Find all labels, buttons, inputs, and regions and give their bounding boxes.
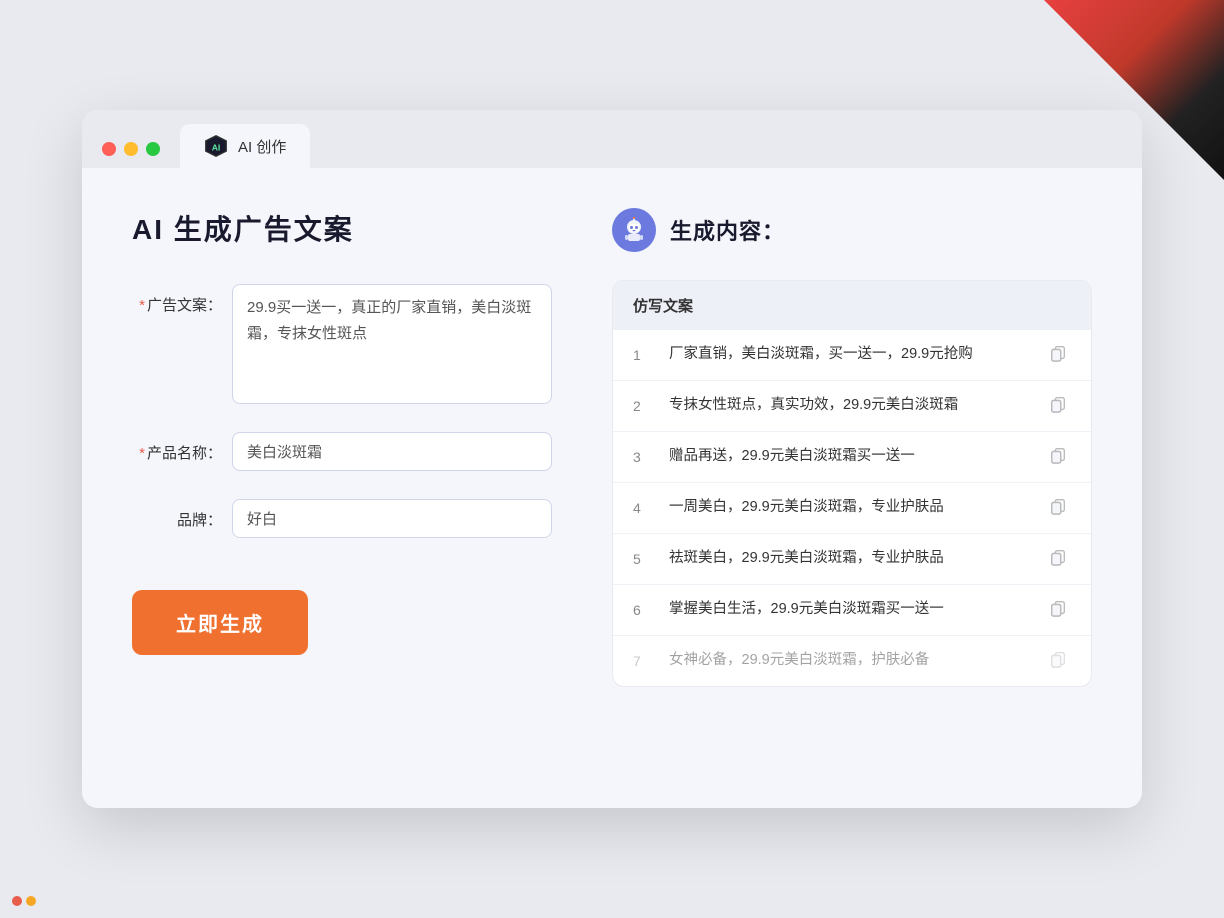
result-text: 厂家直销，美白淡斑霜，买一送一，29.9元抢购 [669, 344, 1033, 366]
product-input[interactable] [232, 432, 552, 471]
result-row: 1 厂家直销，美白淡斑霜，买一送一，29.9元抢购 [613, 330, 1091, 381]
deco-dot-orange [26, 896, 36, 906]
result-number: 5 [633, 551, 653, 567]
browser-tab[interactable]: AI AI 创作 [180, 124, 310, 168]
tab-label: AI 创作 [238, 136, 286, 157]
right-panel: 生成内容： 仿写文案 1 厂家直销，美白淡斑霜，买一送一，29.9元抢购 2 专抹女… [612, 208, 1092, 768]
result-number: 7 [633, 653, 653, 669]
result-number: 6 [633, 602, 653, 618]
copy-button[interactable] [1049, 650, 1071, 672]
results-table-header: 仿写文案 [613, 281, 1091, 330]
browser-content: AI 生成广告文案 *广告文案： 29.9买一送一，真正的厂家直销，美白淡斑霜，… [82, 168, 1142, 808]
brand-label: 品牌： [132, 499, 222, 530]
bg-decoration-bottom-left [0, 884, 48, 918]
maximize-button[interactable] [146, 142, 160, 156]
browser-titlebar: AI AI 创作 [82, 110, 1142, 168]
result-text: 专抹女性斑点，真实功效，29.9元美白淡斑霜 [669, 395, 1033, 417]
left-panel: AI 生成广告文案 *广告文案： 29.9买一送一，真正的厂家直销，美白淡斑霜，… [132, 208, 552, 768]
minimize-button[interactable] [124, 142, 138, 156]
results-list: 1 厂家直销，美白淡斑霜，买一送一，29.9元抢购 2 专抹女性斑点，真实功效，29… [613, 330, 1091, 686]
robot-icon-wrap [612, 208, 656, 252]
result-text: 赠品再送，29.9元美白淡斑霜买一送一 [669, 446, 1033, 468]
window-controls [102, 142, 160, 168]
form-row-brand: 品牌： [132, 499, 552, 538]
copy-button[interactable] [1049, 497, 1071, 519]
result-row: 2 专抹女性斑点，真实功效，29.9元美白淡斑霜 [613, 381, 1091, 432]
form-row-product: *产品名称： [132, 432, 552, 471]
copy-button[interactable] [1049, 344, 1071, 366]
robot-icon [621, 217, 647, 243]
required-star-product: * [139, 445, 145, 462]
product-label: *产品名称： [132, 432, 222, 463]
svg-text:AI: AI [212, 142, 221, 152]
copy-button[interactable] [1049, 599, 1071, 621]
ai-tab-icon: AI [204, 134, 228, 158]
brand-input[interactable] [232, 499, 552, 538]
ad-text-input[interactable]: 29.9买一送一，真正的厂家直销，美白淡斑霜，专抹女性斑点 [232, 284, 552, 404]
right-header: 生成内容： [612, 208, 1092, 252]
generate-button[interactable]: 立即生成 [132, 590, 308, 655]
browser-window: AI AI 创作 AI 生成广告文案 *广告文案： 29.9买一送一，真正的厂家… [82, 110, 1142, 808]
close-button[interactable] [102, 142, 116, 156]
copy-button[interactable] [1049, 395, 1071, 417]
result-number: 3 [633, 449, 653, 465]
result-text: 掌握美白生活，29.9元美白淡斑霜买一送一 [669, 599, 1033, 621]
results-table: 仿写文案 1 厂家直销，美白淡斑霜，买一送一，29.9元抢购 2 专抹女性斑点，真实… [612, 280, 1092, 687]
result-number: 1 [633, 347, 653, 363]
page-title: AI 生成广告文案 [132, 208, 552, 248]
right-title: 生成内容： [670, 214, 785, 246]
result-row: 3 赠品再送，29.9元美白淡斑霜买一送一 [613, 432, 1091, 483]
result-row: 5 祛斑美白，29.9元美白淡斑霜，专业护肤品 [613, 534, 1091, 585]
result-number: 4 [633, 500, 653, 516]
result-text: 女神必备，29.9元美白淡斑霜，护肤必备 [669, 650, 1033, 672]
result-text: 一周美白，29.9元美白淡斑霜，专业护肤品 [669, 497, 1033, 519]
deco-dot-red [12, 896, 22, 906]
result-row: 7 女神必备，29.9元美白淡斑霜，护肤必备 [613, 636, 1091, 686]
required-star-ad: * [139, 297, 145, 314]
result-number: 2 [633, 398, 653, 414]
ad-text-label: *广告文案： [132, 284, 222, 315]
form-row-ad-text: *广告文案： 29.9买一送一，真正的厂家直销，美白淡斑霜，专抹女性斑点 [132, 284, 552, 404]
copy-button[interactable] [1049, 446, 1071, 468]
result-text: 祛斑美白，29.9元美白淡斑霜，专业护肤品 [669, 548, 1033, 570]
result-row: 6 掌握美白生活，29.9元美白淡斑霜买一送一 [613, 585, 1091, 636]
result-row: 4 一周美白，29.9元美白淡斑霜，专业护肤品 [613, 483, 1091, 534]
copy-button[interactable] [1049, 548, 1071, 570]
